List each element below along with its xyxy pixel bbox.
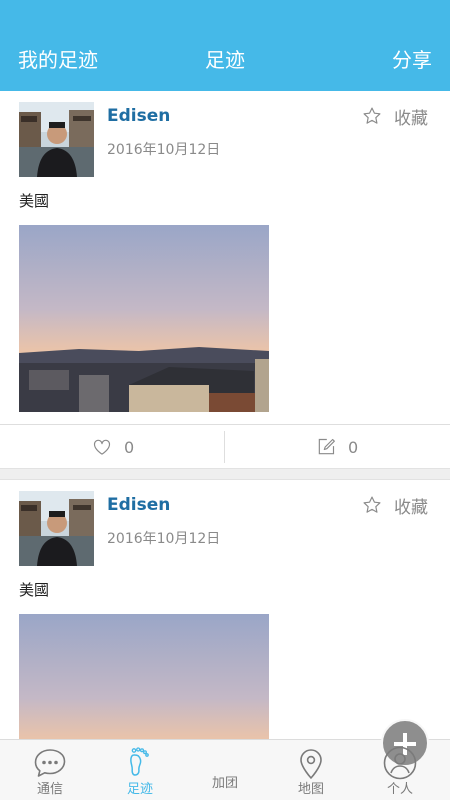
avatar[interactable] [19, 102, 94, 177]
person-icon [383, 746, 417, 780]
tab-label: 地图 [297, 782, 324, 797]
tab-footprints[interactable]: 足迹 [95, 740, 185, 800]
like-button[interactable]: 0 [92, 435, 134, 459]
favorite-label: 收藏 [394, 497, 428, 518]
post-card: Edisen 2016年10月12日 收藏 美國 [0, 91, 450, 480]
post-location: 美國 [19, 581, 50, 599]
bottom-tab-bar: 通信 足迹 加团 地图 个人 [0, 719, 450, 800]
heart-icon [93, 439, 111, 455]
tab-profile[interactable]: 个人 [355, 740, 445, 800]
actions-divider [224, 431, 225, 463]
edit-icon [318, 438, 335, 455]
tab-label: 足迹 [126, 782, 153, 797]
map-pin-icon [300, 749, 322, 779]
tab-map[interactable]: 地图 [266, 740, 356, 800]
tab-label: 个人 [386, 782, 413, 797]
post-card: Edisen 2016年10月12日 收藏 美國 [0, 480, 450, 739]
header-bar: 我的足迹 足迹 分享 [0, 0, 450, 91]
post-location: 美國 [19, 192, 50, 210]
comment-count: 0 [348, 437, 359, 457]
comment-button[interactable]: 0 [316, 435, 358, 459]
chat-bubble-icon [34, 749, 66, 777]
page-title: 足迹 [205, 48, 245, 72]
star-icon [363, 496, 381, 513]
post-separator [0, 468, 450, 480]
author-name[interactable]: Edisen [107, 494, 170, 516]
post-date: 2016年10月12日 [107, 531, 221, 547]
favorite-label: 收藏 [394, 108, 428, 129]
footprint-icon [130, 747, 149, 776]
star-icon [363, 107, 381, 124]
app: 我的足迹 足迹 分享 Edisen 2016年10月12日 收藏 美國 0 0 … [0, 0, 450, 800]
post-actions: 0 0 [0, 424, 450, 468]
favorite-button[interactable]: 收藏 [362, 493, 428, 518]
share-button[interactable]: 分享 [392, 46, 432, 74]
post-date: 2016年10月12日 [107, 142, 221, 158]
post-photo[interactable] [19, 225, 269, 412]
author-name[interactable]: Edisen [107, 105, 170, 127]
tab-messages[interactable]: 通信 [5, 740, 95, 800]
feed[interactable]: Edisen 2016年10月12日 收藏 美國 0 0 Edisen 2016… [0, 91, 450, 739]
avatar[interactable] [19, 491, 94, 566]
tab-label: 通信 [36, 782, 63, 797]
favorite-button[interactable]: 收藏 [362, 104, 428, 129]
like-count: 0 [124, 437, 135, 457]
tab-label: 加团 [211, 776, 238, 791]
post-photo[interactable] [19, 614, 269, 739]
tab-join-group[interactable]: 加团 [180, 719, 429, 800]
